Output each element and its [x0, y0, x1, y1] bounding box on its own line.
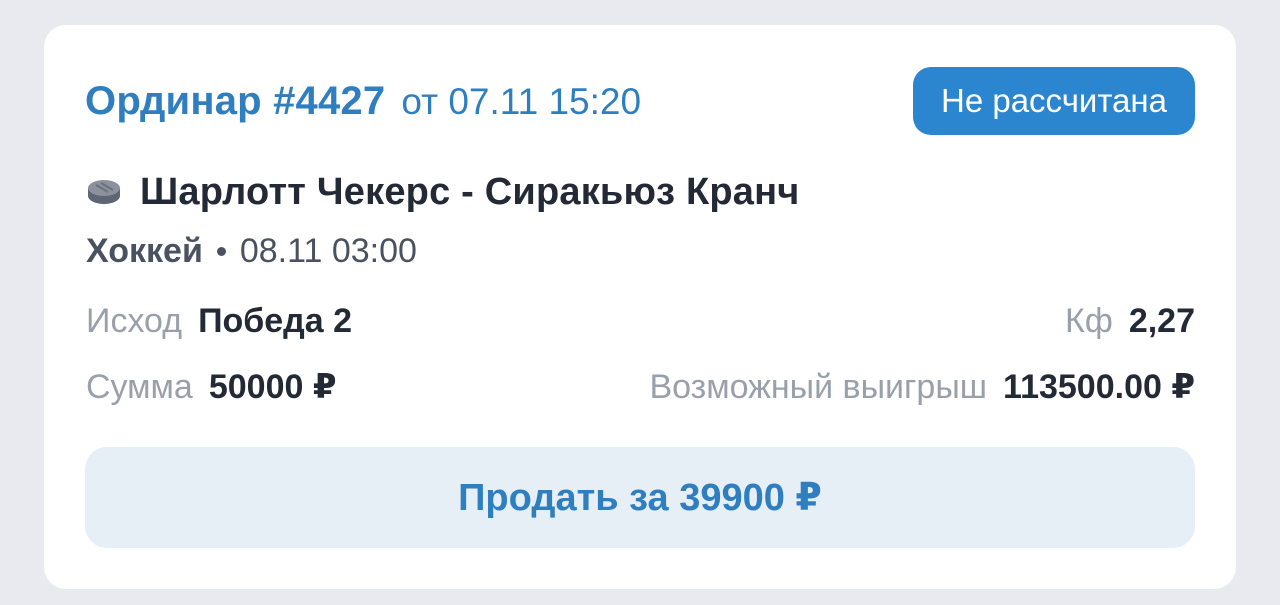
amount-label: Сумма: [86, 367, 193, 406]
outcome-label: Исход: [86, 301, 183, 340]
bet-card: Ординар #4427 от 07.11 15:20 Не рассчита…: [44, 25, 1236, 589]
payout-pair: Возможный выигрыш 113500.00 ₽: [649, 367, 1195, 407]
amount-row: Сумма 50000 ₽ Возможный выигрыш 113500.0…: [86, 365, 1195, 409]
event-row: Шарлотт Чекерс - Сиракьюз Кранч: [86, 170, 800, 214]
sport-name: Хоккей: [86, 232, 203, 270]
payout-value: 113500.00 ₽: [1003, 368, 1195, 406]
sell-button[interactable]: Продать за 39900 ₽: [85, 447, 1195, 548]
bet-date: от 07.11 15:20: [401, 80, 642, 122]
separator-dot: [216, 247, 226, 256]
event-name: Шарлотт Чекерс - Сиракьюз Кранч: [140, 170, 800, 213]
bet-title: Ординар #4427: [85, 78, 386, 123]
coef-value: 2,27: [1128, 301, 1195, 340]
amount-pair: Сумма 50000 ₽: [86, 367, 337, 407]
event-start-time: 08.11 03:00: [239, 232, 417, 270]
hockey-puck-icon: [86, 177, 122, 207]
outcome-row: Исход Победа 2 Кф 2,27: [86, 299, 1195, 343]
coef-label: Кф: [1065, 301, 1113, 340]
outcome-pair: Исход Победа 2: [86, 302, 352, 341]
outcome-value: Победа 2: [198, 301, 353, 340]
amount-value: 50000 ₽: [208, 368, 337, 406]
coef-pair: Кф 2,27: [1065, 302, 1195, 341]
payout-label: Возможный выигрыш: [649, 367, 988, 406]
sport-info: Хоккей 08.11 03:00: [86, 232, 417, 271]
bet-title-group: Ординар #4427 от 07.11 15:20: [85, 79, 641, 124]
bet-header: Ординар #4427 от 07.11 15:20 Не рассчита…: [85, 67, 1195, 135]
status-badge: Не рассчитана: [913, 67, 1195, 135]
